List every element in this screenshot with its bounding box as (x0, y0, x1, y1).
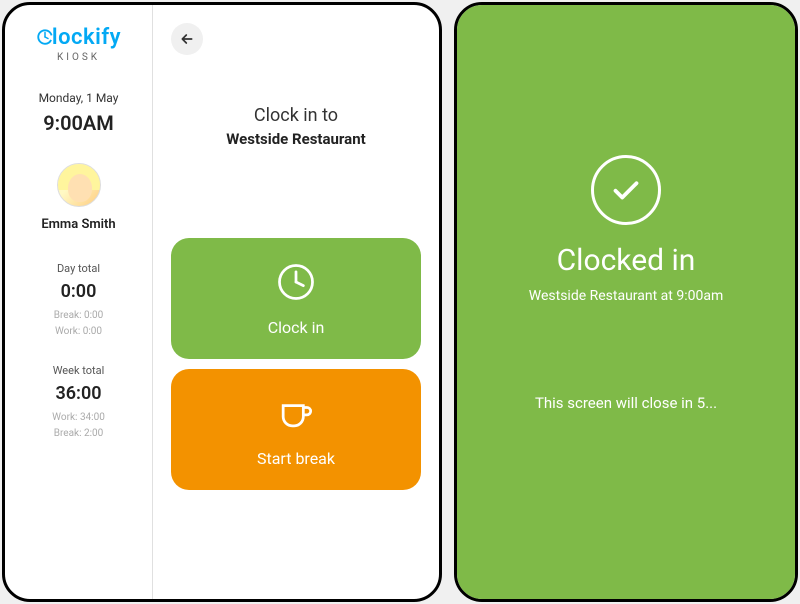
current-time: 9:00AM (39, 111, 119, 135)
check-icon (608, 172, 644, 208)
confirm-subtitle: Westside Restaurant at 9:00am (529, 288, 723, 304)
day-total-label: Day total (13, 262, 144, 275)
clock-icon (274, 260, 318, 308)
kiosk-main-screen: lockify KIOSK Monday, 1 May 9:00AM Emma … (2, 2, 442, 602)
week-work: Work: 34:00 (13, 410, 144, 426)
day-total-value: 0:00 (13, 281, 144, 302)
brand-sub: KIOSK (57, 52, 100, 63)
confirm-panel: Clocked in Westside Restaurant at 9:00am… (457, 5, 795, 599)
day-work: Work: 0:00 (13, 324, 144, 340)
main-panel: Clock in to Westside Restaurant Clock in (153, 5, 439, 599)
check-circle-icon (591, 155, 661, 225)
user-name: Emma Smith (41, 217, 115, 232)
confirm-title: Clocked in (557, 243, 696, 278)
clockin-header: Clock in to Westside Restaurant (171, 105, 421, 148)
totals: Day total 0:00 Break: 0:00 Work: 0:00 We… (13, 262, 144, 466)
clockin-location: Westside Restaurant (171, 130, 421, 148)
sidebar: lockify KIOSK Monday, 1 May 9:00AM Emma … (5, 5, 153, 599)
back-button[interactable] (171, 23, 203, 55)
clockin-title: Clock in to (171, 105, 421, 126)
brand-name: lockify (36, 25, 121, 50)
day-break: Break: 0:00 (13, 308, 144, 324)
start-break-button[interactable]: Start break (171, 369, 421, 490)
cup-icon (274, 391, 318, 439)
clock-in-button[interactable]: Clock in (171, 238, 421, 359)
avatar (57, 163, 101, 207)
week-break: Break: 2:00 (13, 426, 144, 442)
brand-logo: lockify KIOSK (36, 25, 121, 63)
clock-in-label: Clock in (268, 318, 325, 337)
week-total-block: Week total 36:00 Work: 34:00 Break: 2:00 (13, 364, 144, 442)
day-total-block: Day total 0:00 Break: 0:00 Work: 0:00 (13, 262, 144, 340)
arrow-left-icon (179, 31, 195, 47)
current-date: Monday, 1 May (39, 91, 119, 105)
week-total-value: 36:00 (13, 383, 144, 404)
start-break-label: Start break (257, 449, 335, 468)
kiosk-confirm-screen: Clocked in Westside Restaurant at 9:00am… (454, 2, 798, 602)
confirm-footer: This screen will close in 5... (535, 394, 717, 412)
week-total-label: Week total (13, 364, 144, 377)
date-time: Monday, 1 May 9:00AM (39, 91, 119, 135)
